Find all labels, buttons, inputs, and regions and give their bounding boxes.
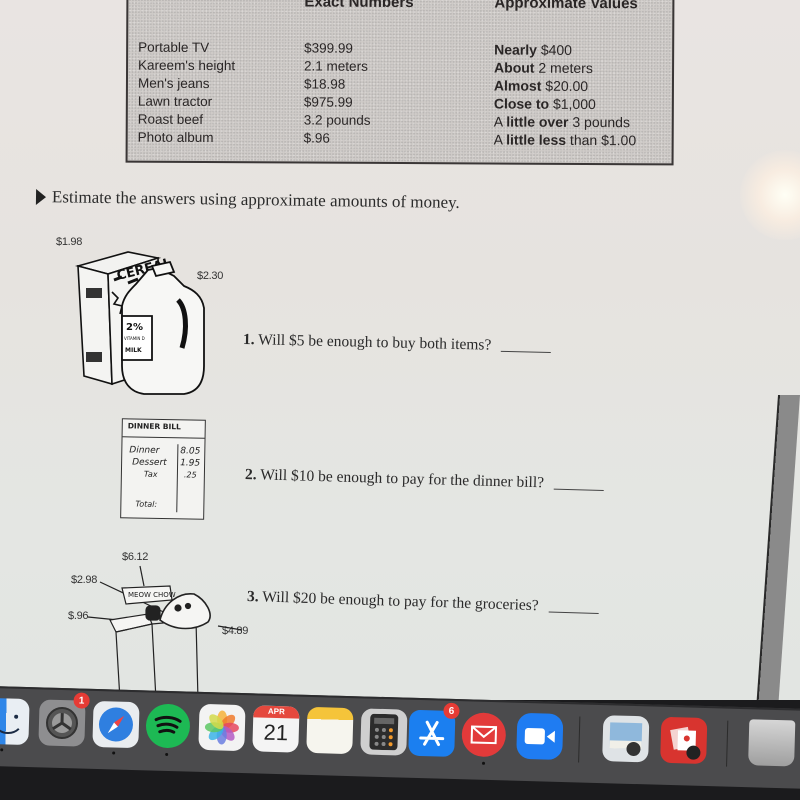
dock-trash[interactable] <box>748 719 796 767</box>
dock-separator <box>578 716 581 763</box>
exact-cell: $975.99 <box>303 94 353 110</box>
grocery-bag-illustration: MEOW CHOW <box>60 560 230 700</box>
item-cell: Portable TV <box>138 39 210 56</box>
running-indicator <box>481 761 486 765</box>
approx-cell: Almost $20.00 <box>493 77 589 94</box>
dock-photos[interactable] <box>198 703 246 752</box>
question-1: 1. Will $5 be enough to buy both items? <box>243 331 552 356</box>
bill-total-label: Total: <box>135 499 158 509</box>
grocery-bag-icon <box>88 566 242 700</box>
photo-booth-icon <box>670 726 701 760</box>
exact-cell: $399.99 <box>304 40 354 56</box>
approx-cell: Close to $1,000 <box>493 95 596 113</box>
dock-notes[interactable] <box>306 706 354 755</box>
bill-line-label: Dessert <box>132 457 167 469</box>
dock-finder[interactable] <box>0 697 30 746</box>
dock-calculator[interactable] <box>360 708 408 756</box>
dock-preview[interactable] <box>602 715 650 763</box>
milk-label-vitamin: VITAMIN D <box>124 336 145 341</box>
item-cell: Lawn tractor <box>137 93 213 110</box>
dock: 1 APR 21 6 <box>0 686 800 790</box>
exact-cell: $.96 <box>303 130 331 146</box>
answer-blank-3[interactable] <box>548 611 599 615</box>
finder-icon <box>0 714 20 735</box>
instruction: Estimate the answers using approximate a… <box>35 187 460 213</box>
envelope-icon <box>461 712 506 757</box>
question-number: 2. <box>244 466 257 484</box>
approx-cell: A little less than $1.00 <box>493 131 637 149</box>
question-text: Will $5 be enough to buy both items? <box>258 331 492 354</box>
document-screen: Exact Numbers Approximate Values Portabl… <box>0 0 800 700</box>
dock-calendar[interactable]: APR 21 <box>252 705 300 753</box>
dock-zoom[interactable] <box>516 712 564 761</box>
notification-badge: 6 <box>443 702 460 720</box>
dock-photo-booth[interactable] <box>660 716 708 765</box>
item-cell: Men's jeans <box>137 75 210 92</box>
answer-blank-2[interactable] <box>553 488 604 492</box>
photos-flower-icon <box>204 710 239 745</box>
cereal-milk-illustration: CEREAL 2% VITAMIN D MILK <box>78 248 208 398</box>
dinner-bill: DINNER BILL Dinner 8.05 Dessert 1.95 Tax… <box>120 418 206 520</box>
bill-line-amount: 8.05 <box>180 446 201 457</box>
preview-icon <box>609 722 643 756</box>
exact-cell: $18.98 <box>303 76 346 92</box>
bill-line-label: Dinner <box>129 445 160 456</box>
dock-spotify[interactable] <box>144 702 191 749</box>
bill-line-label: Tax <box>143 469 158 479</box>
dock-mail[interactable] <box>460 711 507 758</box>
dock-safari[interactable] <box>92 700 140 749</box>
notification-badge: 1 <box>73 692 90 709</box>
bill-line-amount: .25 <box>183 470 197 480</box>
compass-icon <box>98 707 133 742</box>
exact-cell: 3.2 pounds <box>303 112 371 128</box>
calendar-day: 21 <box>263 719 289 746</box>
running-indicator <box>165 752 169 757</box>
spotify-icon <box>145 703 190 748</box>
question-number: 3. <box>246 588 259 606</box>
approx-column: Nearly $400 About 2 meters Almost $20.00… <box>494 40 637 149</box>
gear-icon <box>45 707 78 740</box>
milk-label-name: MILK <box>125 347 142 354</box>
answer-blank-1[interactable] <box>501 350 552 353</box>
bill-column-divider <box>176 444 179 513</box>
app-store-icon <box>419 720 445 747</box>
question-text: Will $20 be enough to pay for the grocer… <box>261 588 539 615</box>
triangle-bullet-icon <box>35 189 47 206</box>
worksheet-page: Exact Numbers Approximate Values Portabl… <box>0 0 790 700</box>
item-cell: Roast beef <box>137 111 204 127</box>
items-column: Portable TV Kareem's height Men's jeans … <box>138 39 236 148</box>
question-text: Will $10 be enough to pay for the dinner… <box>260 466 545 492</box>
exact-cell: 2.1 meters <box>304 58 368 74</box>
approx-cell: About 2 meters <box>494 59 593 77</box>
header-approximate-values: Approximate Values <box>494 0 638 13</box>
question-2: 2. Will $10 be enough to pay for the din… <box>245 466 604 494</box>
video-camera-icon <box>524 728 555 745</box>
header-exact-numbers: Exact Numbers <box>304 0 414 12</box>
bill-line-amount: 1.95 <box>180 458 201 469</box>
exact-column: $399.99 2.1 meters $18.98 $975.99 3.2 po… <box>304 39 371 147</box>
calculator-icon <box>369 713 399 751</box>
item-cell: Photo album <box>137 129 214 146</box>
instruction-text: Estimate the answers using approximate a… <box>51 187 460 212</box>
calendar-month: APR <box>253 705 300 719</box>
meow-chow-label: MEOW CHOW <box>128 591 176 599</box>
approx-cell: A little over 3 pounds <box>493 113 631 131</box>
milk-label-percent: 2% <box>126 322 143 333</box>
bill-divider <box>122 436 205 439</box>
reference-table: Exact Numbers Approximate Values Portabl… <box>125 0 675 166</box>
question-3: 3. Will $20 be enough to pay for the gro… <box>247 588 599 617</box>
running-indicator <box>112 751 116 755</box>
item-cell: Kareem's height <box>138 57 236 74</box>
dock-separator <box>726 720 729 767</box>
approx-cell: Nearly $400 <box>494 41 573 58</box>
question-number: 1. <box>242 331 255 349</box>
bill-title: DINNER BILL <box>127 421 181 432</box>
running-indicator <box>0 748 4 752</box>
cereal-price: $1.98 <box>56 236 83 248</box>
